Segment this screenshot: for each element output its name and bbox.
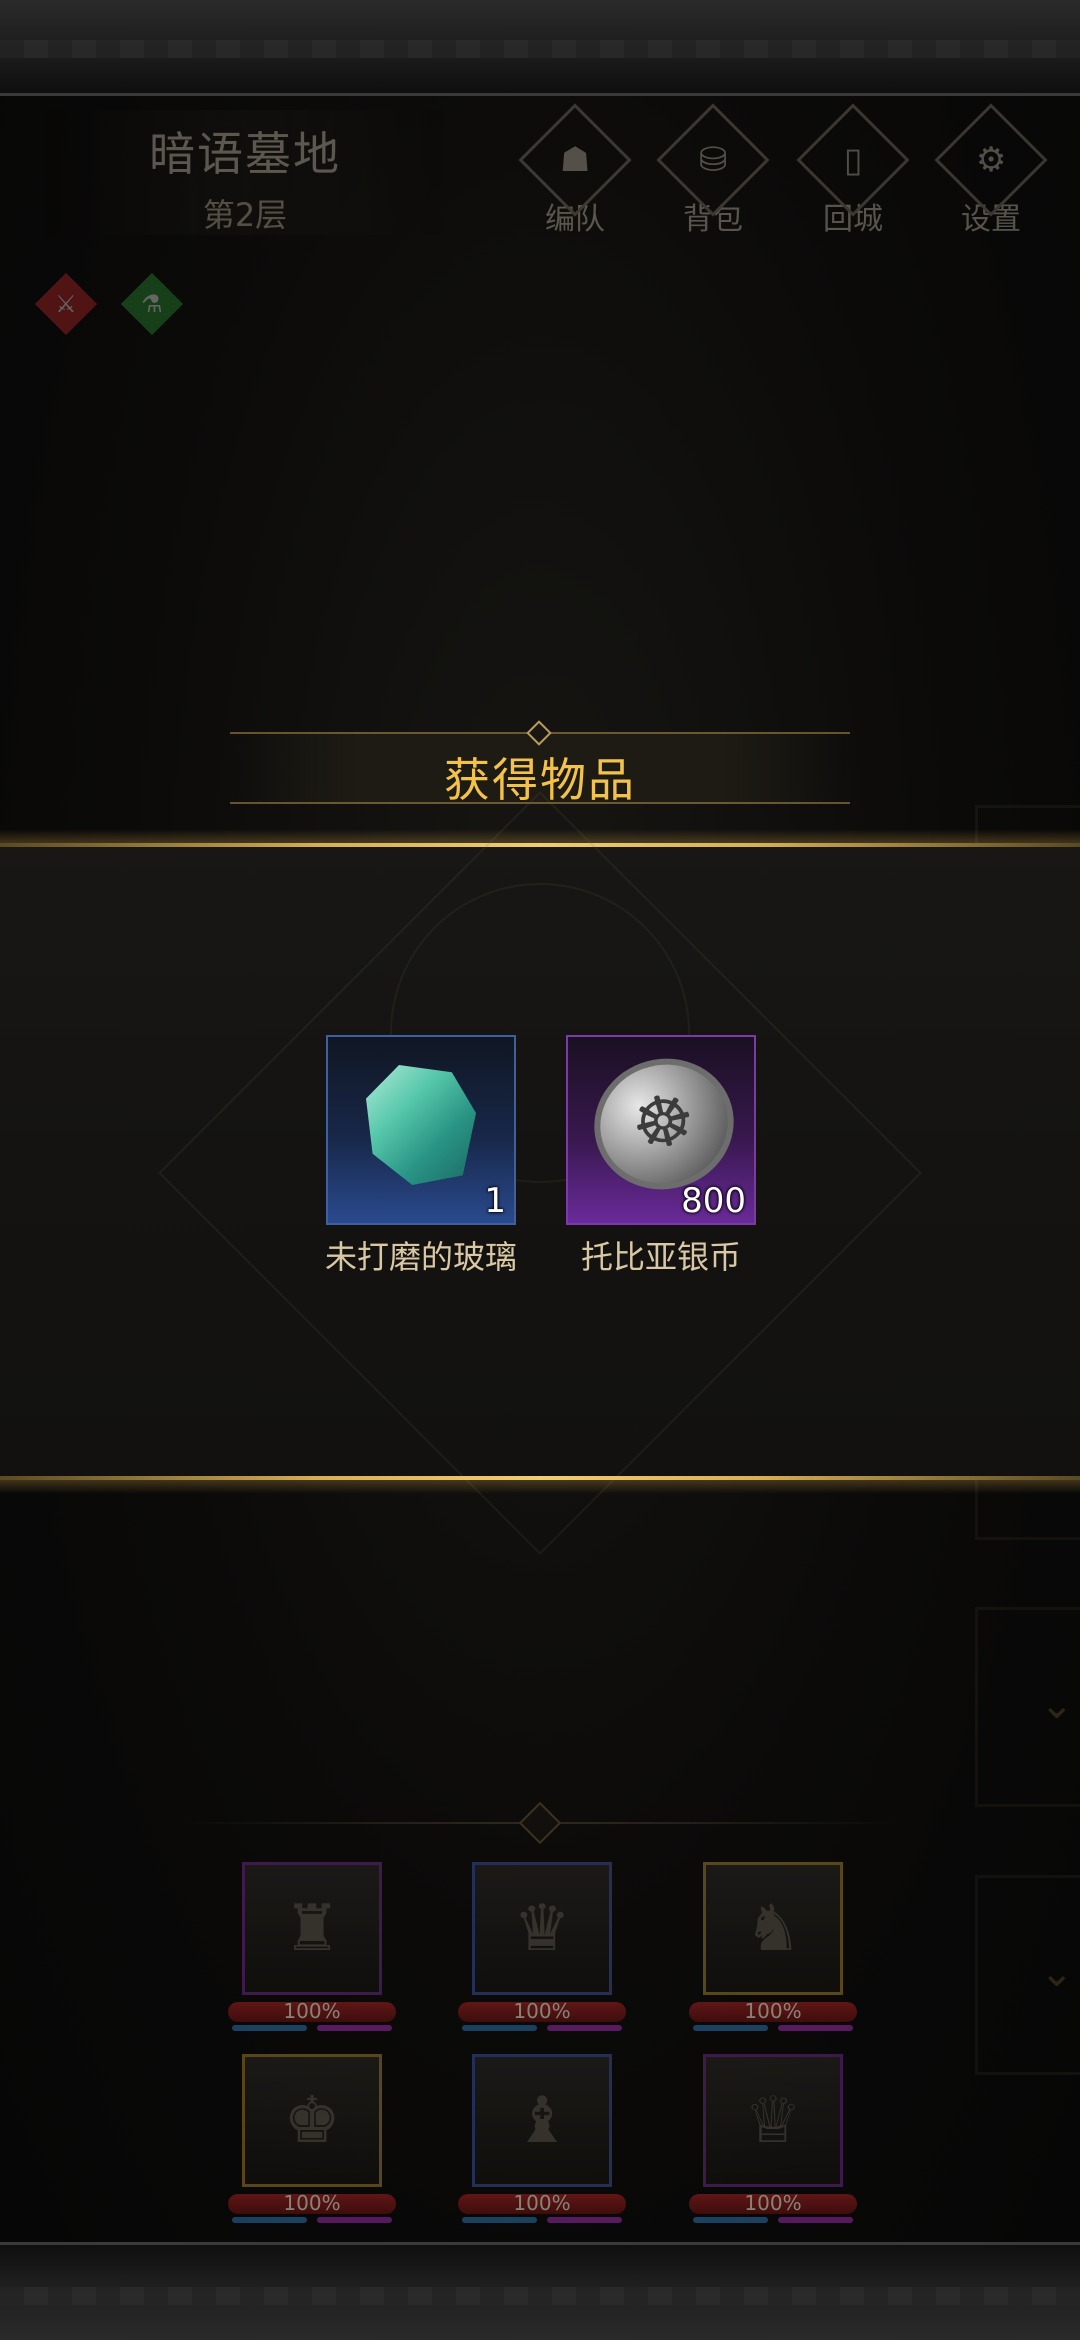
hp-text: 100% [513,2191,571,2215]
hero-slot[interactable]: ♞ 100% [689,1862,873,2047]
bottom-ornament-bar [0,2242,1080,2340]
item-slot: 1 [326,1035,516,1225]
bear-warrior-portrait: ♞ [703,1862,843,1995]
resource-bars [232,2025,392,2033]
hero-slot[interactable]: ♛ 100% [458,1862,642,2047]
item-slot: 800 [566,1035,756,1225]
hero-slot[interactable]: ♕ 100% [689,2054,873,2239]
glass-crystal-icon [366,1065,476,1185]
hp-bar: 100% [689,1999,857,2023]
hp-text: 100% [513,1999,571,2023]
item-name: 托比亚银币 [580,1238,741,1276]
resource-bars [232,2217,392,2225]
hp-text: 100% [744,2191,802,2215]
hp-text: 100% [283,2191,341,2215]
hp-bar: 100% [458,1999,626,2023]
young-swordsman-portrait: ♚ [242,2054,382,2187]
hp-bar: 100% [228,2191,396,2215]
hero-slot[interactable]: ♜ 100% [228,1862,412,2047]
hero-slot[interactable]: ♚ 100% [228,2054,412,2239]
hp-text: 100% [744,1999,802,2023]
hp-text: 100% [283,1999,341,2023]
menu-formation-button[interactable]: ☗ 编队 [518,103,632,240]
top-ornament-bar [0,0,1080,96]
chevron-down-icon: ⌄ [1040,1682,1074,1728]
resource-bars [693,2217,853,2225]
floor-label: 第2层 [202,196,288,234]
chevron-down-icon: ⌄ [1040,1950,1074,1996]
resource-bars [693,2025,853,2033]
resource-bars [462,2025,622,2033]
reward-item-coin[interactable]: 800 [566,1035,756,1225]
reward-panel[interactable] [0,791,1080,1555]
item-quantity: 800 [681,1181,746,1221]
menu-return-town-button[interactable]: ▯ 回城 [796,103,910,240]
menu-backpack-button[interactable]: ⛁ 背包 [656,103,770,240]
hooded-ranger-portrait: ♝ [472,2054,612,2187]
blonde-heroine-portrait: ♛ [472,1862,612,1995]
knight-helmet-portrait: ♜ [242,1862,382,1995]
location-name: 暗语墓地 [149,127,341,181]
panel-gold-border-bottom [0,1476,1080,1494]
resource-bars [462,2217,622,2225]
hp-bar: 100% [458,2191,626,2215]
hp-bar: 100% [689,2191,857,2215]
reward-item-glass[interactable]: 1 [326,1035,516,1225]
circlet-mage-portrait: ♕ [703,2054,843,2187]
item-quantity: 1 [484,1181,506,1221]
hero-slot[interactable]: ♝ 100% [458,2054,642,2239]
location-plate: 暗语墓地 第2层 [40,110,450,235]
item-name: 未打磨的玻璃 [324,1238,517,1276]
menu-settings-button[interactable]: ⚙ 设置 [934,103,1048,240]
hp-bar: 100% [228,1999,396,2023]
